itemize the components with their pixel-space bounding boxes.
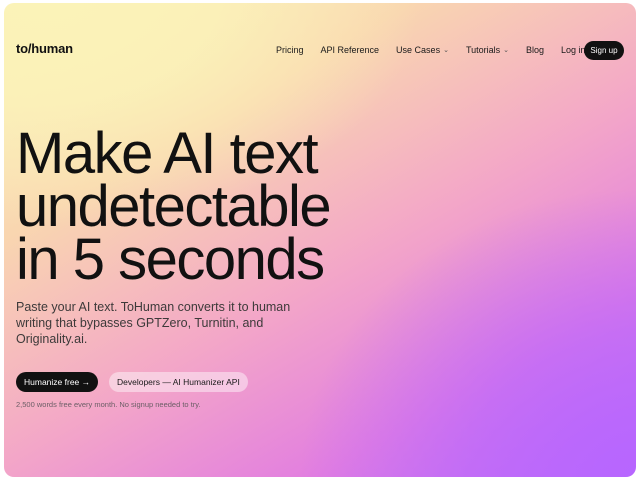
subtext-line: Originality.ai. <box>16 332 88 346</box>
developers-api-button[interactable]: Developers — AI Humanizer API <box>109 372 248 392</box>
brand-logo[interactable]: to/human <box>16 41 73 56</box>
nav-link-pricing[interactable]: Pricing <box>276 45 304 55</box>
landing-page: to/human Pricing API Reference Use Cases… <box>4 3 636 477</box>
nav-link-tutorials[interactable]: Tutorials ⌄ <box>466 45 509 55</box>
subtext-line: writing that bypasses GPTZero, Turnitin,… <box>16 316 264 330</box>
nav-link-api-reference[interactable]: API Reference <box>321 45 380 55</box>
subtext-line: Paste your AI text. ToHuman converts it … <box>16 300 291 314</box>
nav-link-login[interactable]: Log in <box>561 45 586 55</box>
signup-button[interactable]: Sign up <box>584 41 624 60</box>
nav-link-label: Tutorials <box>465 45 501 55</box>
headline-line: undetectable <box>16 174 332 239</box>
nav-link-blog[interactable]: Blog <box>526 45 544 55</box>
nav-link-label: Pricing <box>276 45 304 55</box>
humanize-free-button[interactable]: Humanize free → <box>16 372 99 392</box>
hero-subtext: Paste your AI text. ToHuman converts it … <box>16 299 316 347</box>
nav-link-use-cases[interactable]: Use Cases ⌄ <box>396 45 449 55</box>
nav-link-label: API Reference <box>320 45 380 55</box>
chevron-down-icon: ⌄ <box>443 47 449 54</box>
nav-link-label: Use Cases <box>396 45 441 55</box>
chevron-down-icon: ⌄ <box>503 47 509 54</box>
nav-links: Pricing API Reference Use Cases ⌄ Tutori… <box>276 45 603 55</box>
free-words-note: 2,500 words free every month. No signup … <box>16 400 201 409</box>
hero-headline: Make AI text undetectable in 5 seconds <box>16 121 332 292</box>
nav-link-label: Blog <box>526 45 545 55</box>
headline-line: Make AI text <box>16 121 319 186</box>
nav-link-label: Log in <box>561 45 586 55</box>
top-navigation: to/human Pricing API Reference Use Cases… <box>4 3 636 93</box>
headline-line: in 5 seconds <box>16 227 325 292</box>
